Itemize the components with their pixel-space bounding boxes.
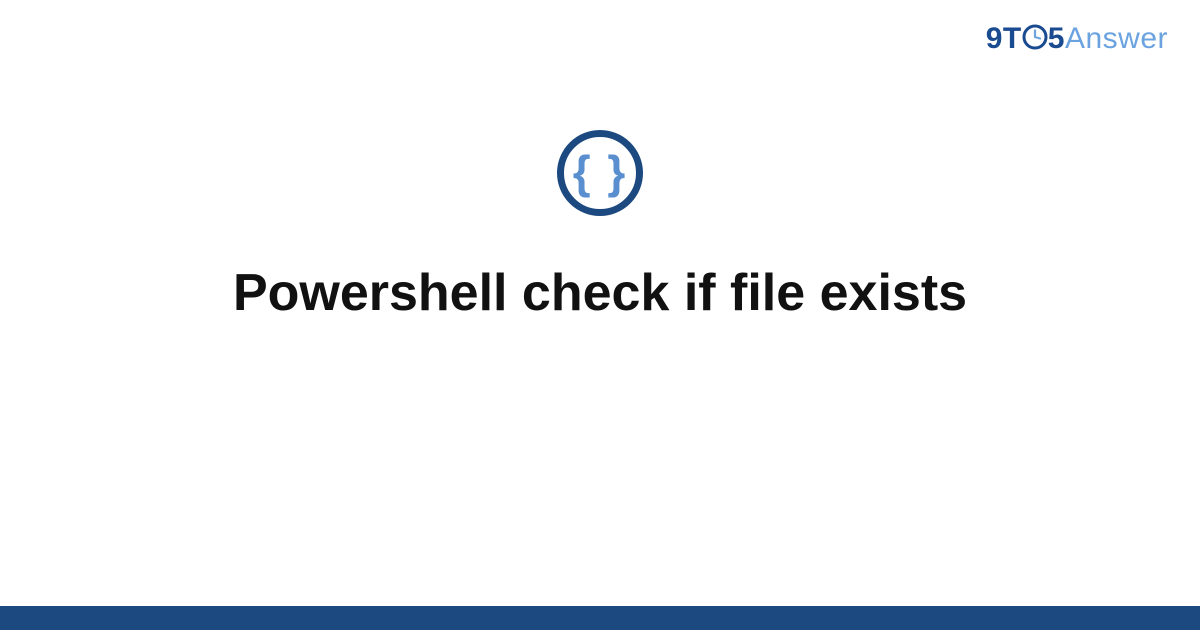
- main-content: { } Powershell check if file exists: [0, 0, 1200, 630]
- site-brand-logo: 9T 5Answer: [986, 22, 1168, 56]
- brand-part-9t: 9T: [986, 22, 1022, 55]
- brand-part-answer: Answer: [1065, 22, 1168, 55]
- page-title: Powershell check if file exists: [193, 264, 1007, 324]
- braces-icon: { }: [573, 149, 628, 195]
- code-braces-badge: { }: [557, 130, 643, 216]
- brand-clock-o-icon: [1022, 24, 1048, 50]
- brand-part-5: 5: [1048, 22, 1065, 55]
- footer-accent-bar: [0, 606, 1200, 630]
- social-card: 9T 5Answer { } Powershell check if file …: [0, 0, 1200, 630]
